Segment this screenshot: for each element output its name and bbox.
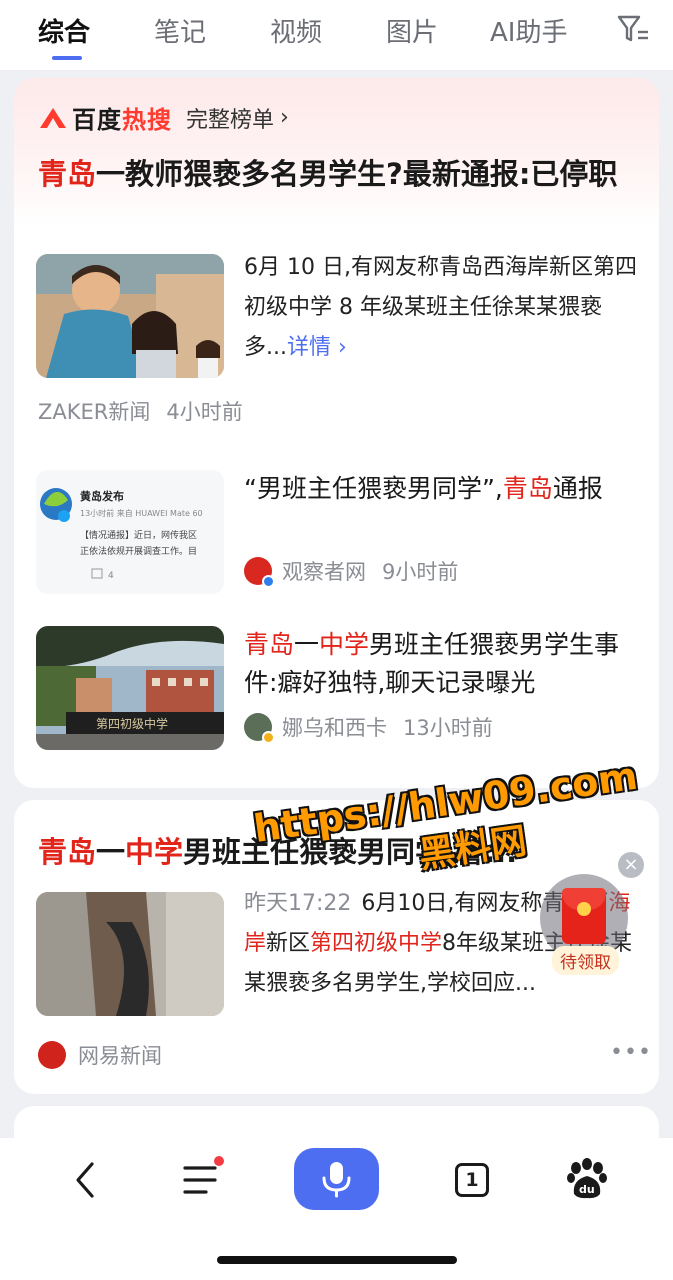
full-list-link[interactable]: 完整榜单 xyxy=(186,102,274,134)
baidu-hot-logo: 百度热搜 xyxy=(38,100,172,135)
hot-news-title[interactable]: 青岛一教师猥亵多名男学生?最新通报:已停职 xyxy=(38,154,638,194)
tab-images[interactable]: 图片 xyxy=(386,12,438,49)
tab-notes[interactable]: 笔记 xyxy=(154,12,206,49)
news-thumbnail-school-gate: 第四初级中学 xyxy=(36,626,224,750)
active-tab-indicator xyxy=(52,56,82,60)
close-icon[interactable]: × xyxy=(618,852,644,878)
tab-all[interactable]: 综合 xyxy=(38,12,90,49)
more-options-icon[interactable]: ••• xyxy=(610,1040,652,1065)
chevron-right-icon: › xyxy=(280,105,289,130)
news-title[interactable]: 青岛一中学男班主任猥亵男学生事件:癖好独特,聊天记录曝光 xyxy=(244,626,644,702)
author-avatar xyxy=(244,713,275,744)
list-item[interactable]: 黄岛发布 13小时前 来自 HUAWEI Mate 60 【情况通报】近日，网传… xyxy=(36,470,646,596)
svg-text:du: du xyxy=(579,1183,595,1196)
hot-search-card: 百度热搜 完整榜单 › 青岛一教师猥亵多名男学生?最新通报:已停职 6月 10 … xyxy=(14,78,659,788)
news-source: ZAKER新闻 xyxy=(38,400,151,424)
guancha-avatar xyxy=(244,557,275,588)
svg-text:13小时前 来自 HUAWEI Mate 60: 13小时前 来自 HUAWEI Mate 60 xyxy=(80,508,203,518)
hot-search-header[interactable]: 百度热搜 完整榜单 › xyxy=(38,100,289,135)
tab-ai-assistant[interactable]: AI助手 xyxy=(490,12,567,49)
news-source-line: 观察者网 9小时前 xyxy=(244,556,458,588)
menu-icon[interactable] xyxy=(182,1156,226,1200)
news-title[interactable]: “男班主任猥亵男同学”,青岛通报 xyxy=(244,470,644,508)
svg-text:第四初级中学: 第四初级中学 xyxy=(96,716,168,731)
news-summary[interactable]: 6月 10 日,有网友称青岛西海岸新区第四初级中学 8 年级某班主任徐某某猥亵多… xyxy=(244,248,644,368)
news-thumbnail-screenshot: 黄岛发布 13小时前 来自 HUAWEI Mate 60 【情况通报】近日，网传… xyxy=(36,470,224,594)
voice-search-button[interactable] xyxy=(294,1148,379,1210)
news-title[interactable]: 青岛一中学男班主任猥亵男同学,警... xyxy=(38,832,628,872)
red-packet-label[interactable]: 待领取 xyxy=(552,946,619,975)
home-indicator xyxy=(217,1256,457,1264)
detail-link[interactable]: 详情 › xyxy=(287,335,347,360)
filter-icon[interactable] xyxy=(616,14,650,44)
list-item[interactable]: 第四初级中学 青岛一中学男班主任猥亵男学生事件:癖好独特,聊天记录曝光 娜乌和西… xyxy=(36,626,646,752)
svg-text:正依法依规开展调查工作。目: 正依法依规开展调查工作。目 xyxy=(80,545,197,557)
microphone-icon xyxy=(322,1162,351,1198)
netease-avatar xyxy=(38,1041,66,1069)
news-thumbnail-illustration[interactable] xyxy=(36,254,224,378)
news-time: 4小时前 xyxy=(166,400,243,424)
hot-arrow-icon xyxy=(40,107,66,128)
news-thumbnail-photo xyxy=(36,892,224,1016)
news-source-line: 网易新闻 xyxy=(38,1040,162,1070)
search-tabs: 综合 笔记 视频 图片 AI助手 xyxy=(0,0,673,70)
tab-count-button[interactable]: 1 xyxy=(455,1163,489,1197)
tab-video[interactable]: 视频 xyxy=(270,12,322,49)
red-envelope-icon xyxy=(562,888,606,944)
svg-text:黄岛发布: 黄岛发布 xyxy=(80,489,124,503)
news-source-line: 娜乌和西卡 13小时前 xyxy=(244,712,493,744)
baidu-paw-icon[interactable]: du xyxy=(566,1158,608,1200)
back-arrow-icon[interactable] xyxy=(70,1160,100,1200)
news-source-line: ZAKER新闻 4小时前 xyxy=(38,396,243,426)
svg-text:4: 4 xyxy=(108,571,114,581)
svg-text:【情况通报】近日，网传我区: 【情况通报】近日，网传我区 xyxy=(80,529,197,541)
